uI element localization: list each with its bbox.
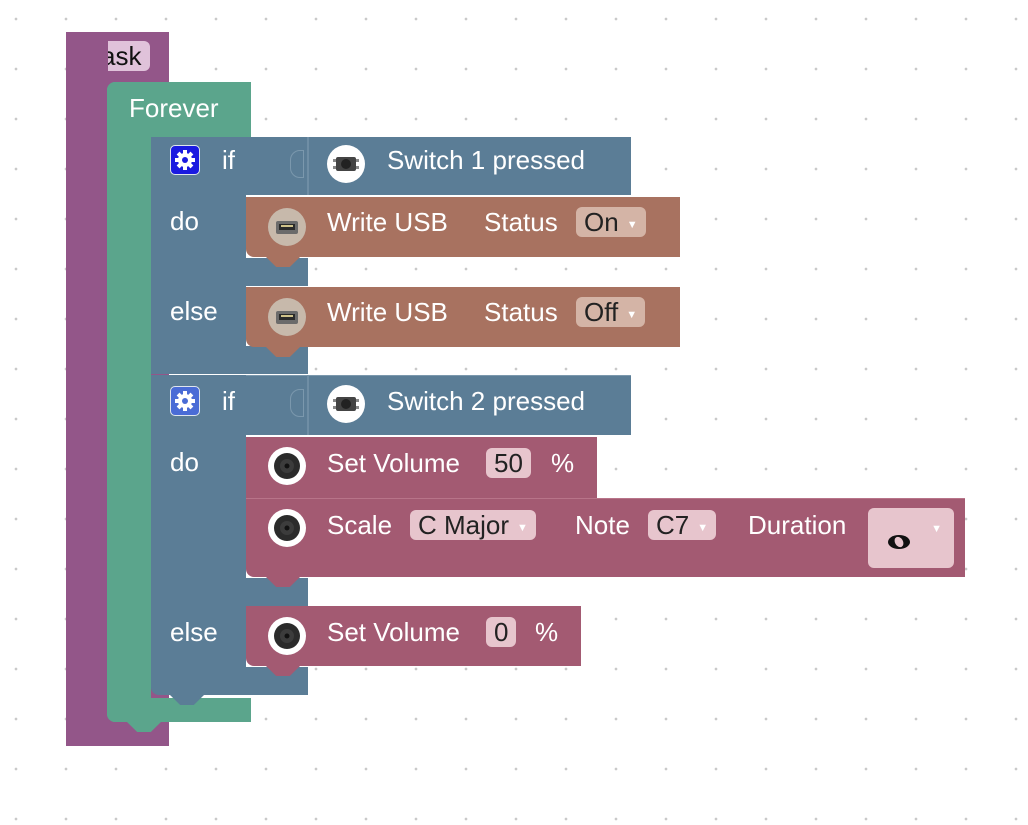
usb-icon bbox=[268, 298, 306, 336]
set-volume-label-2: Set Volume bbox=[327, 617, 460, 647]
volume-input-2[interactable]: 0 bbox=[486, 617, 517, 647]
do-label-2: do bbox=[170, 447, 199, 477]
dropdown-arrow-icon: ▼ bbox=[626, 309, 638, 321]
gear-icon[interactable] bbox=[170, 145, 200, 175]
note-dropdown[interactable]: C7 ▼ bbox=[648, 510, 717, 540]
status-value-off: Off bbox=[584, 297, 619, 327]
scale-value: C Major bbox=[418, 510, 510, 540]
switch-1-label: Switch 1 pressed bbox=[387, 145, 585, 175]
dropdown-arrow-icon: ▼ bbox=[517, 522, 528, 534]
switch-icon bbox=[327, 385, 365, 423]
if-label-1: if bbox=[222, 145, 235, 175]
dropdown-arrow-icon: ▼ bbox=[626, 219, 638, 231]
buzzer-icon bbox=[268, 509, 306, 547]
duration-label: Duration bbox=[748, 510, 847, 540]
status-label-2: Status bbox=[484, 297, 558, 327]
gear-icon[interactable] bbox=[170, 386, 200, 416]
percent-label-2: % bbox=[535, 617, 559, 647]
do-label-1: do bbox=[170, 206, 199, 236]
scale-dropdown[interactable]: C Major ▼ bbox=[410, 510, 536, 540]
dropdown-arrow-icon: ▼ bbox=[931, 523, 942, 535]
buzzer-icon bbox=[268, 447, 306, 485]
scale-label: Scale bbox=[327, 510, 393, 540]
buzzer-icon bbox=[268, 617, 306, 655]
note-label: Note bbox=[575, 510, 630, 540]
forever-label: Forever bbox=[129, 93, 219, 123]
status-dropdown-off[interactable]: Off ▼ bbox=[576, 297, 646, 327]
switch-icon bbox=[327, 145, 365, 183]
else-label-1: else bbox=[170, 296, 218, 326]
write-usb-label-1: Write USB bbox=[327, 207, 448, 237]
status-value-on: On bbox=[584, 207, 619, 237]
percent-label: % bbox=[551, 448, 575, 478]
volume-input[interactable]: 50 bbox=[486, 448, 531, 478]
duration-dropdown[interactable]: ▼ bbox=[868, 508, 954, 568]
write-usb-label-2: Write USB bbox=[327, 297, 448, 327]
dropdown-arrow-icon: ▼ bbox=[697, 522, 709, 534]
status-dropdown-on[interactable]: On ▼ bbox=[576, 207, 646, 237]
else-label-2: else bbox=[170, 617, 218, 647]
usb-icon bbox=[268, 208, 306, 246]
note-value: C7 bbox=[656, 510, 690, 540]
status-label-1: Status bbox=[484, 207, 558, 237]
if-label-2: if bbox=[222, 386, 235, 416]
switch-2-label: Switch 2 pressed bbox=[387, 386, 585, 416]
whole-note-icon bbox=[888, 535, 910, 549]
set-volume-label: Set Volume bbox=[327, 448, 460, 478]
